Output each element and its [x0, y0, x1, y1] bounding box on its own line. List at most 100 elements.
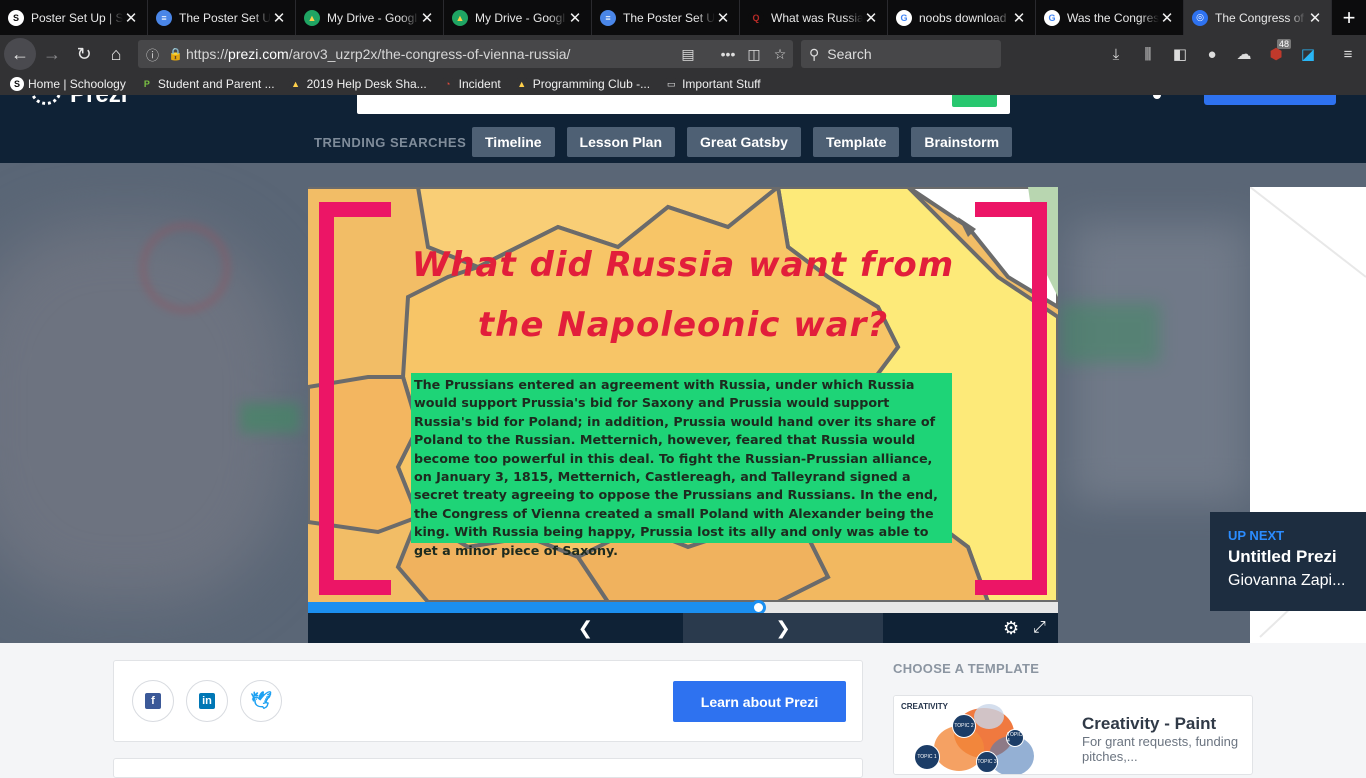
browser-tab[interactable]: G Was the Congres ✕ — [1036, 0, 1184, 35]
twitter-share-button[interactable]: 🕊 — [240, 680, 282, 722]
close-tab-icon[interactable]: ✕ — [715, 9, 731, 27]
folder-icon: ▭ — [664, 77, 679, 91]
trending-search-pill[interactable]: Timeline — [472, 127, 555, 157]
linkedin-share-button[interactable]: in — [186, 680, 228, 722]
twitter-icon: 🕊 — [250, 691, 272, 710]
slide-title-line-1: What did Russia want from — [411, 245, 955, 285]
prezi-logo[interactable]: Prezi — [30, 95, 140, 107]
browser-tab[interactable]: ▲ My Drive - Googl ✕ — [444, 0, 592, 35]
new-tab-button[interactable]: + — [1332, 0, 1366, 35]
tab-title: noobs download — [919, 10, 1007, 25]
pocket-icon[interactable]: ◫ — [741, 46, 767, 63]
template-thumbnail-title: CREATIVITY — [901, 702, 948, 711]
template-topic: TOPIC 2 — [952, 714, 976, 738]
reader-view-icon[interactable]: ▤ — [675, 46, 701, 63]
browser-tab[interactable]: Q What was Russia ✕ — [740, 0, 888, 35]
close-tab-icon[interactable]: ✕ — [1307, 9, 1323, 27]
bookmark-item[interactable]: ◔ Incident — [440, 77, 501, 91]
tab-title: My Drive - Googl — [475, 10, 566, 25]
reload-button[interactable]: ↻ — [68, 38, 100, 70]
browser-tab[interactable]: S Poster Set Up | S ✕ — [0, 0, 148, 35]
schoology-icon: S — [8, 9, 24, 26]
background-blur — [240, 403, 300, 433]
up-next-panel[interactable]: UP NEXT Untitled Prezi Giovanna Zapi... — [1210, 512, 1366, 611]
fullscreen-icon[interactable]: ⤢ — [1033, 613, 1053, 643]
bookmark-label: Incident — [458, 77, 501, 91]
screenshot-extension-icon[interactable]: ◪ — [1292, 38, 1324, 70]
trending-search-pill[interactable]: Template — [812, 127, 900, 157]
trending-searches-label: TRENDING SEARCHES — [314, 135, 467, 150]
facebook-share-button[interactable]: f — [132, 680, 174, 722]
background-blur — [140, 223, 230, 313]
bookmark-item[interactable]: ▲ Programming Club -... — [514, 77, 650, 91]
forward-button[interactable]: → — [36, 38, 68, 70]
prezi-logo-icon — [30, 95, 62, 105]
close-tab-icon[interactable]: ✕ — [1159, 9, 1175, 27]
bookmark-item[interactable]: ▭ Important Stuff — [664, 77, 761, 91]
navigation-toolbar: ← → ↻ ⌂ ⓘ 🔒 https://prezi.com/arov3_uzrp… — [0, 35, 1366, 73]
paint-splash — [974, 704, 1004, 729]
browser-tab[interactable]: Gnoobs download ✕ — [888, 0, 1036, 35]
template-thumbnail: CREATIVITY TOPIC 2 TOPIC 1 TOPIC 3 TOPIC… — [894, 696, 1064, 774]
browser-tab[interactable]: ≡ The Poster Set U ✕ — [592, 0, 740, 35]
bookmark-item[interactable]: S Home | Schoology — [10, 77, 126, 91]
close-tab-icon[interactable]: ✕ — [863, 9, 879, 27]
up-next-title[interactable]: Untitled Prezi — [1228, 547, 1366, 567]
trending-search-pill[interactable]: Brainstorm — [911, 127, 1013, 157]
tab-strip: S Poster Set Up | S ✕ ≡ The Poster Set U ✕ ▲ My… — [0, 0, 1332, 35]
google-drive-icon: ▲ — [452, 9, 468, 26]
search-bar[interactable]: ⚲ Search — [801, 40, 1001, 68]
template-topic: TOPIC 3 — [976, 751, 998, 773]
close-tab-icon[interactable]: ✕ — [123, 9, 139, 27]
template-name[interactable]: Creativity - Paint — [1082, 714, 1216, 734]
site-info-icon[interactable]: ⓘ — [146, 45, 168, 64]
learn-about-prezi-button[interactable]: Learn about Prezi — [673, 681, 846, 722]
presentation-controls: ❮ ❯ ⚙ ⤢ — [308, 613, 1058, 643]
choose-template-label: CHOOSE A TEMPLATE — [893, 661, 1040, 676]
share-card: f in 🕊 Learn about Prezi — [113, 660, 863, 742]
slide-title: What did Russia want from the Napoleonic… — [368, 235, 998, 355]
browser-tab[interactable]: ▲ My Drive - Googl ✕ — [296, 0, 444, 35]
home-button[interactable]: ⌂ — [100, 38, 132, 70]
prezi-search-button[interactable] — [952, 95, 997, 107]
prezi-search-input[interactable] — [357, 95, 1010, 114]
bookmark-star-icon[interactable]: ☆ — [767, 46, 793, 63]
progress-bar[interactable] — [308, 600, 1058, 615]
extension-icon[interactable]: ☁ — [1228, 38, 1260, 70]
slide[interactable]: What did Russia want from the Napoleonic… — [308, 187, 1058, 602]
url-bar[interactable]: ⓘ 🔒 https://prezi.com/arov3_uzrp2x/the-c… — [138, 40, 793, 68]
url-path: /arov3_uzrp2x/the-congress-of-vienna-rus… — [288, 46, 571, 62]
trending-search-pill[interactable]: Lesson Plan — [566, 127, 676, 157]
close-tab-icon[interactable]: ✕ — [271, 9, 287, 27]
up-next-label: UP NEXT — [1228, 528, 1285, 543]
linkedin-icon: in — [199, 693, 215, 709]
close-tab-icon[interactable]: ✕ — [567, 9, 583, 27]
google-docs-icon: ≡ — [600, 9, 616, 26]
previous-slide-button[interactable]: ❮ — [308, 613, 683, 643]
next-slide-button[interactable]: ❯ — [683, 613, 883, 643]
bookmarks-bar: S Home | Schoology P Student and Parent ...… — [0, 73, 1366, 95]
back-button[interactable]: ← — [4, 38, 36, 70]
library-icon[interactable]: ⫼ — [1132, 38, 1164, 70]
page-actions-icon[interactable]: ••• — [715, 46, 741, 62]
browser-tab[interactable]: ≡ The Poster Set U ✕ — [148, 0, 296, 35]
template-card[interactable]: CREATIVITY TOPIC 2 TOPIC 1 TOPIC 3 TOPIC… — [893, 695, 1253, 775]
close-tab-icon[interactable]: ✕ — [419, 9, 435, 27]
search-icon: ⚲ — [809, 45, 820, 62]
close-tab-icon[interactable]: ✕ — [1011, 9, 1027, 27]
trending-search-pill[interactable]: Great Gatsby — [687, 127, 801, 157]
bookmark-item[interactable]: P Student and Parent ... — [139, 77, 275, 91]
sidebar-icon[interactable]: ◧ — [1164, 38, 1196, 70]
downloads-icon[interactable]: ⤓ — [1100, 38, 1132, 70]
bookmark-item[interactable]: ▲ 2019 Help Desk Sha... — [288, 77, 427, 91]
browser-tab[interactable]: ◎ The Congress of ✕ — [1184, 0, 1332, 35]
header-cta-button[interactable] — [1204, 95, 1336, 105]
menu-icon[interactable]: ≡ — [1332, 38, 1364, 70]
bookmark-label: Student and Parent ... — [157, 77, 275, 91]
settings-gear-icon[interactable]: ⚙ — [1003, 613, 1025, 643]
account-icon[interactable]: ● — [1196, 38, 1228, 70]
tab-title: The Poster Set U — [623, 10, 715, 25]
ublock-icon[interactable]: ⬢ 48 — [1260, 38, 1292, 70]
slide-title-line-2: the Napoleonic war? — [477, 305, 889, 345]
url-text[interactable]: https://prezi.com/arov3_uzrp2x/the-congr… — [186, 46, 675, 62]
